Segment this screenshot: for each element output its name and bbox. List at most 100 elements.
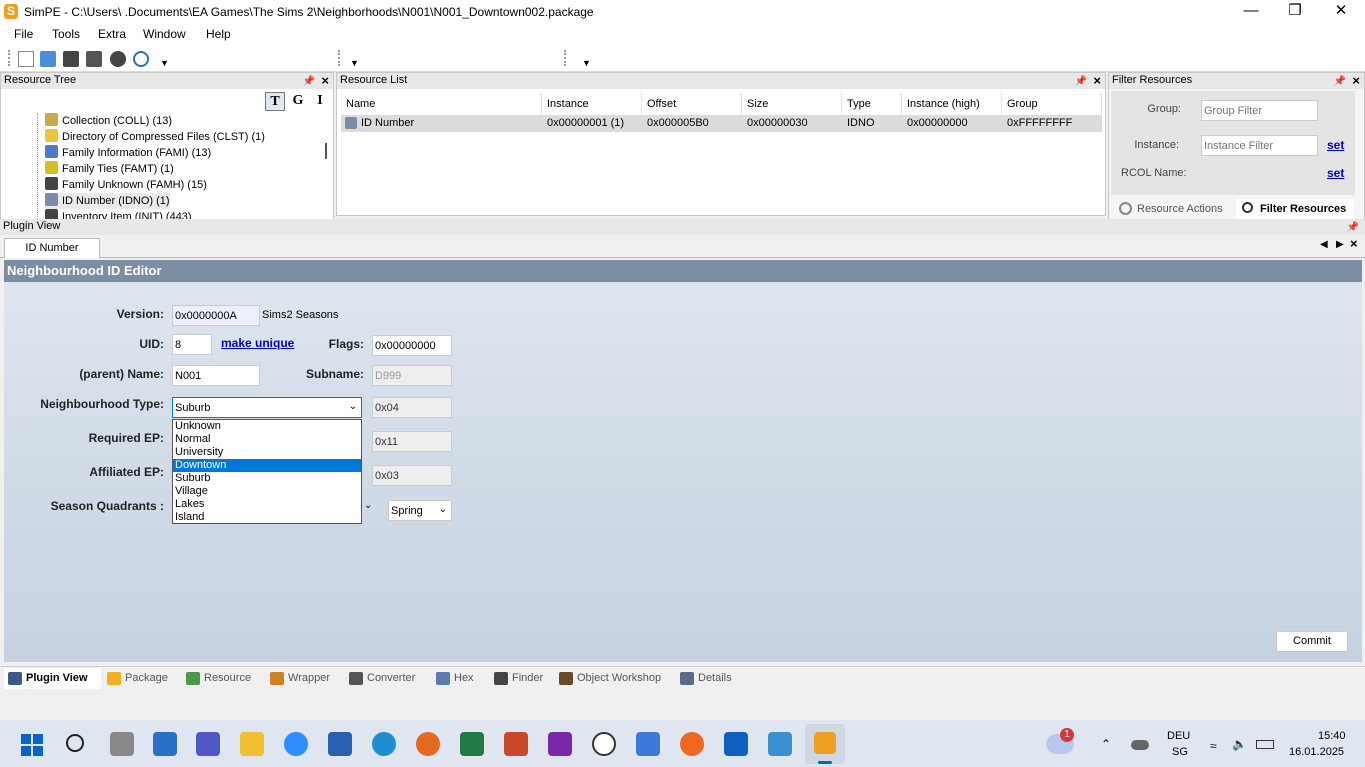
network-app-icon[interactable] bbox=[592, 732, 616, 756]
neighbourhood-type-select[interactable]: Suburb ⌄ bbox=[172, 397, 362, 418]
column-header[interactable]: Offset bbox=[642, 93, 742, 115]
tree-item[interactable]: Family Information (FAMI) (13) bbox=[45, 145, 211, 161]
commit-button[interactable]: Commit bbox=[1276, 631, 1348, 652]
table-cell[interactable]: 0x00000030 bbox=[742, 115, 842, 132]
file-explorer-icon[interactable] bbox=[240, 732, 264, 756]
tab-prev-icon[interactable]: ◀ bbox=[1320, 239, 1328, 250]
tree-group-button[interactable]: G bbox=[289, 92, 307, 111]
close-button[interactable]: ✕ bbox=[1318, 0, 1364, 24]
bottom-tab[interactable]: Hex bbox=[432, 668, 488, 689]
close-panel-icon[interactable]: × bbox=[1352, 73, 1360, 88]
pin-icon[interactable]: 📌 bbox=[1347, 220, 1359, 235]
menu-extra[interactable]: Extra bbox=[98, 27, 126, 41]
version-field[interactable]: 0x0000000A bbox=[172, 305, 260, 326]
pin-icon[interactable]: 📌 bbox=[1075, 74, 1087, 89]
bottom-tab[interactable]: Wrapper bbox=[266, 668, 343, 689]
clock-date[interactable]: 16.01.2025 bbox=[1289, 746, 1344, 758]
dropdown-option[interactable]: University bbox=[173, 446, 361, 459]
notepad-icon[interactable] bbox=[768, 732, 792, 756]
make-unique-link[interactable]: make unique bbox=[221, 336, 294, 350]
swirl-app-icon[interactable] bbox=[680, 732, 704, 756]
toolbar-grip-3[interactable] bbox=[564, 50, 566, 66]
bottom-tab[interactable]: Plugin View bbox=[4, 668, 101, 689]
region-indicator[interactable]: SG bbox=[1172, 746, 1188, 758]
teams-icon[interactable] bbox=[196, 732, 220, 756]
zoom-icon[interactable] bbox=[284, 732, 308, 756]
cloud-icon[interactable] bbox=[1131, 740, 1149, 750]
dropdown-option[interactable]: Lakes bbox=[173, 498, 361, 511]
tree-type-button[interactable]: T bbox=[265, 92, 285, 111]
bottom-tab[interactable]: Converter bbox=[345, 668, 430, 689]
dropdown-option[interactable]: Village bbox=[173, 485, 361, 498]
dropdown-option[interactable]: Unknown bbox=[173, 420, 361, 433]
chevron-up-icon[interactable]: ⌃ bbox=[1101, 737, 1111, 751]
table-row-name[interactable]: ID Number bbox=[341, 115, 542, 132]
powerpoint-icon[interactable] bbox=[504, 732, 528, 756]
search-icon[interactable] bbox=[66, 734, 84, 752]
tab-close-icon[interactable]: × bbox=[1350, 236, 1358, 251]
dropdown-option[interactable]: Normal bbox=[173, 433, 361, 446]
start-icon[interactable] bbox=[21, 734, 43, 756]
bottom-tab[interactable]: Resource bbox=[182, 668, 264, 689]
table-cell[interactable]: 0x00000000 bbox=[902, 115, 1002, 132]
table-cell[interactable]: 0xFFFFFFFF bbox=[1002, 115, 1102, 132]
dropdown-option[interactable]: Downtown bbox=[173, 459, 361, 472]
column-header[interactable]: Group bbox=[1002, 93, 1102, 115]
tree-item[interactable]: ID Number (IDNO) (1) bbox=[45, 193, 170, 209]
filter-tab-filter-resources[interactable]: Filter Resources bbox=[1236, 199, 1354, 219]
store-icon[interactable] bbox=[153, 732, 177, 756]
group-filter-input[interactable] bbox=[1201, 100, 1318, 121]
flags-field[interactable]: 0x00000000 bbox=[372, 335, 452, 356]
table-cell[interactable]: IDNO bbox=[842, 115, 902, 132]
tree-item[interactable]: Collection (COLL) (13) bbox=[45, 113, 172, 129]
dropdown-option[interactable]: Island bbox=[173, 511, 361, 524]
toolbar-overflow-icon-2[interactable]: ▼ bbox=[350, 58, 359, 68]
outlook-icon[interactable] bbox=[724, 732, 748, 756]
close-panel-icon[interactable]: × bbox=[1093, 73, 1101, 88]
toolbar-overflow-icon[interactable]: ▼ bbox=[160, 58, 169, 68]
menu-window[interactable]: Window bbox=[143, 27, 186, 41]
open-folder-icon[interactable] bbox=[40, 51, 56, 67]
tree-instance-button[interactable]: I bbox=[313, 92, 327, 111]
rcol-set-link[interactable]: set bbox=[1327, 166, 1344, 180]
close-file-icon[interactable] bbox=[110, 51, 126, 67]
dropdown-option[interactable]: Suburb bbox=[173, 472, 361, 485]
pin-icon[interactable]: 📌 bbox=[303, 74, 315, 89]
save-icon[interactable] bbox=[63, 51, 79, 67]
filter-tab-resource-actions[interactable]: Resource Actions bbox=[1111, 199, 1235, 219]
maximize-button[interactable]: ❐ bbox=[1272, 0, 1318, 24]
battery-icon[interactable] bbox=[1256, 740, 1274, 749]
column-header[interactable]: Type bbox=[842, 93, 902, 115]
table-cell[interactable]: 0x00000001 (1) bbox=[542, 115, 642, 132]
bottom-tab[interactable]: Object Workshop bbox=[555, 668, 674, 689]
tree-item[interactable]: Directory of Compressed Files (CLST) (1) bbox=[45, 129, 265, 145]
menu-help[interactable]: Help bbox=[206, 27, 231, 41]
volume-icon[interactable]: 🔈 bbox=[1232, 737, 1247, 751]
minimize-button[interactable]: — bbox=[1228, 0, 1274, 24]
toolbar-grip[interactable] bbox=[8, 50, 10, 66]
language-indicator[interactable]: DEU bbox=[1167, 730, 1190, 742]
instance-filter-input[interactable] bbox=[1201, 135, 1318, 156]
tree-item[interactable]: Family Unknown (FAMH) (15) bbox=[45, 177, 207, 193]
simpe-taskbar-button[interactable] bbox=[805, 724, 845, 764]
tree-item[interactable]: Family Ties (FAMT) (1) bbox=[45, 161, 174, 177]
bottom-tab[interactable]: Finder bbox=[490, 668, 553, 689]
neighbourhood-type-dropdown[interactable]: Unknown Normal University Downtown Suburb Vil… bbox=[172, 419, 362, 524]
season-select[interactable]: Spring ⌄ bbox=[388, 500, 452, 521]
column-header[interactable]: Instance bbox=[542, 93, 642, 115]
toolbar-grip-2[interactable] bbox=[338, 50, 340, 66]
onenote-icon[interactable] bbox=[548, 732, 572, 756]
refresh-icon[interactable] bbox=[133, 51, 149, 67]
column-header[interactable]: Size bbox=[742, 93, 842, 115]
table-cell[interactable]: 0x000005B0 bbox=[642, 115, 742, 132]
tree-scrollbar[interactable] bbox=[319, 113, 333, 219]
plugin-tab-id-number[interactable]: ID Number bbox=[4, 238, 100, 258]
firefox-icon[interactable] bbox=[416, 732, 440, 756]
save-all-icon[interactable] bbox=[86, 51, 102, 67]
bottom-tab[interactable]: Details bbox=[676, 668, 744, 689]
column-header[interactable]: Instance (high) bbox=[902, 93, 1002, 115]
bottom-tab[interactable]: Package bbox=[103, 668, 180, 689]
menu-file[interactable]: File bbox=[14, 27, 33, 41]
new-file-icon[interactable] bbox=[18, 51, 34, 67]
instance-set-link[interactable]: set bbox=[1327, 138, 1344, 152]
